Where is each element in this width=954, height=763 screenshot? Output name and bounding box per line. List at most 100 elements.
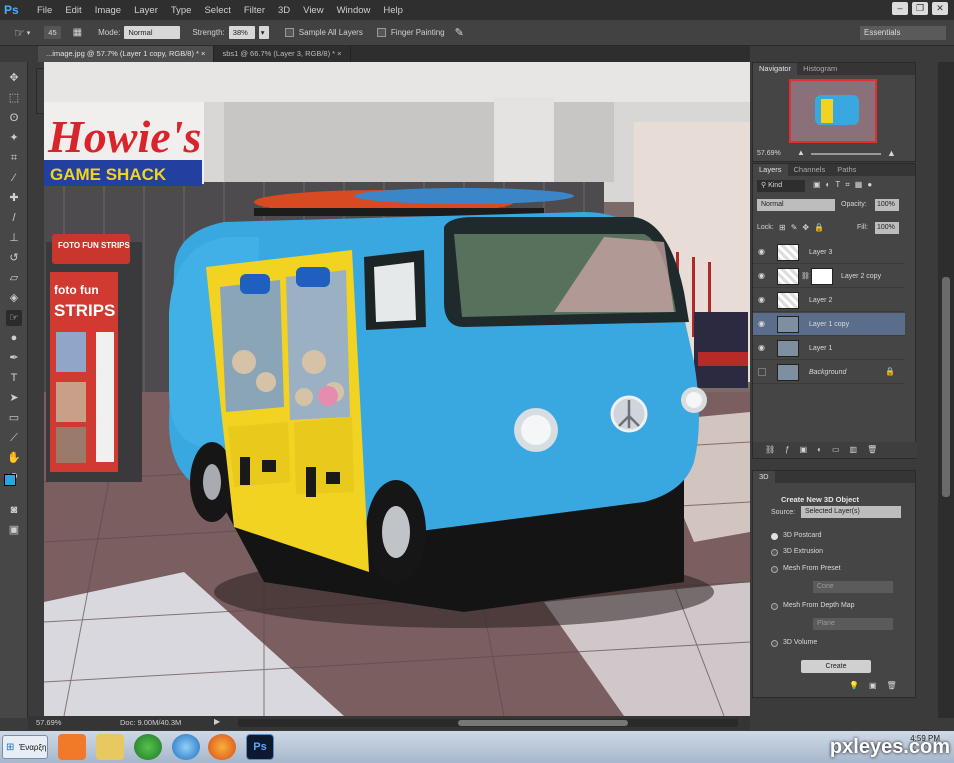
close-button[interactable]: ✕: [932, 2, 948, 15]
mask-link-icon[interactable]: ⛓: [801, 272, 810, 280]
quick-mask-icon[interactable]: ◙: [6, 502, 22, 518]
visibility-box-icon[interactable]: [758, 368, 766, 376]
sample-all-layers-checkbox[interactable]: [284, 28, 294, 37]
menu-filter[interactable]: Filter: [244, 5, 265, 16]
paint-bucket-tool-icon[interactable]: ◈: [6, 290, 22, 306]
3d-panel-footer-icons[interactable]: 💡▣🗑: [849, 681, 907, 690]
menu-3d[interactable]: 3D: [278, 5, 290, 16]
3d-rotate-tool-icon[interactable]: ⟋: [6, 430, 22, 446]
layer-actions-icons[interactable]: ⛓ƒ▣◐▭▥🗑: [765, 445, 887, 454]
firefox-icon[interactable]: [208, 734, 236, 760]
tool-preset-chevron-icon[interactable]: ▾: [27, 29, 31, 37]
lasso-tool-icon[interactable]: ʘ: [6, 110, 22, 126]
smudge-tool-button-icon[interactable]: ☞: [6, 310, 22, 326]
eraser-tool-icon[interactable]: ▱: [6, 270, 22, 286]
menu-layer[interactable]: Layer: [134, 5, 158, 16]
photoshop-taskbar-icon[interactable]: Ps: [246, 734, 274, 760]
tab-sbs1[interactable]: sbs1 @ 66.7% (Layer 3, RGB/8) * ×: [214, 46, 351, 62]
zoom-out-icon[interactable]: ▲: [797, 148, 805, 157]
dock-scroll-thumb[interactable]: [942, 277, 950, 497]
media-player-icon[interactable]: [58, 734, 86, 760]
healing-brush-tool-icon[interactable]: ✚: [6, 190, 22, 206]
brush-panel-icon[interactable]: ▦: [73, 27, 82, 38]
depth-map-select[interactable]: Plane: [813, 618, 893, 630]
menu-select[interactable]: Select: [204, 5, 230, 16]
navigator-preview[interactable]: [789, 79, 877, 143]
file-explorer-icon[interactable]: [96, 734, 124, 760]
brush-size-field[interactable]: 45: [44, 26, 61, 39]
path-select-tool-icon[interactable]: ➤: [6, 390, 22, 406]
tab-layers[interactable]: Layers: [753, 164, 788, 176]
menu-type[interactable]: Type: [171, 5, 192, 16]
workspace-select[interactable]: Essentials: [860, 26, 946, 40]
hand-tool-icon[interactable]: ✋: [6, 450, 22, 466]
radio-3d-postcard[interactable]: [771, 533, 778, 540]
radio-mesh-preset[interactable]: [771, 566, 778, 573]
history-brush-tool-icon[interactable]: ↺: [6, 250, 22, 266]
layer-row-layer-2-copy[interactable]: ◉ ⛓ Layer 2 copy: [753, 265, 905, 288]
strength-dropdown-icon[interactable]: ▾: [258, 26, 269, 39]
brush-tool-icon[interactable]: /: [6, 210, 22, 226]
radio-3d-extrusion[interactable]: [771, 549, 778, 556]
visibility-eye-icon[interactable]: ◉: [758, 248, 768, 256]
pressure-icon[interactable]: ✎: [455, 26, 464, 39]
tab-channels[interactable]: Channels: [788, 164, 832, 176]
clone-stamp-tool-icon[interactable]: ⊥: [6, 230, 22, 246]
menu-view[interactable]: View: [303, 5, 323, 16]
layer-row-layer-3[interactable]: ◉ Layer 3: [753, 241, 905, 264]
create-button[interactable]: Create: [801, 660, 871, 673]
start-button[interactable]: ⊞ Έναρξη: [2, 735, 48, 759]
lock-icons[interactable]: ⊞✎✥🔒: [779, 223, 829, 232]
quick-select-tool-icon[interactable]: ✦: [6, 130, 22, 146]
document-canvas[interactable]: Howie's GAME SHACK FOTO FUN STRIPS foto …: [44, 62, 750, 716]
eyedropper-tool-icon[interactable]: ⁄: [6, 170, 22, 186]
fill-field[interactable]: 100%: [875, 222, 899, 234]
filter-kind-select[interactable]: ⚲ Kind: [757, 180, 805, 192]
layer-row-layer-2[interactable]: ◉ Layer 2: [753, 289, 905, 312]
layer-mask-thumbnail[interactable]: [811, 268, 833, 285]
layer-row-background[interactable]: Background 🔒: [753, 361, 905, 384]
menu-image[interactable]: Image: [95, 5, 121, 16]
radio-3d-volume[interactable]: [771, 640, 778, 647]
tab-histogram[interactable]: Histogram: [797, 63, 843, 75]
layer-filter-icons[interactable]: ▣◐T⌗▦●: [813, 180, 877, 190]
menu-file[interactable]: File: [37, 5, 52, 16]
layer-row-layer-1[interactable]: ◉ Layer 1: [753, 337, 905, 360]
navigator-zoom-value[interactable]: 57.69%: [757, 150, 781, 157]
tab-navigator[interactable]: Navigator: [753, 63, 798, 75]
marquee-tool-icon[interactable]: ⬚: [6, 90, 22, 106]
preset-select[interactable]: Cone: [813, 581, 893, 593]
move-tool-icon[interactable]: ✥: [6, 70, 22, 86]
tab-paths[interactable]: Paths: [831, 164, 862, 176]
finger-painting-checkbox[interactable]: [376, 28, 386, 37]
opacity-field[interactable]: 100%: [875, 199, 899, 211]
layer-row-layer-1-copy[interactable]: ◉ Layer 1 copy: [753, 313, 905, 336]
menu-help[interactable]: Help: [383, 5, 403, 16]
crop-tool-icon[interactable]: ⌗: [6, 150, 22, 166]
blend-mode-select[interactable]: Normal: [757, 199, 835, 211]
horizontal-scroll-thumb[interactable]: [458, 720, 628, 726]
horizontal-scrollbar[interactable]: [238, 719, 738, 727]
windows-media-center-icon[interactable]: [134, 734, 162, 760]
smudge-tool-icon[interactable]: ☞: [14, 26, 25, 40]
visibility-eye-icon[interactable]: ◉: [758, 344, 768, 352]
pen-tool-icon[interactable]: ✒: [6, 350, 22, 366]
menu-window[interactable]: Window: [337, 5, 371, 16]
radio-mesh-depth-map[interactable]: [771, 603, 778, 610]
menu-edit[interactable]: Edit: [65, 5, 81, 16]
visibility-eye-icon[interactable]: ◉: [758, 296, 768, 304]
rectangle-tool-icon[interactable]: ▭: [6, 410, 22, 426]
zoom-in-icon[interactable]: ▲: [887, 148, 896, 158]
type-tool-icon[interactable]: T: [6, 370, 22, 386]
status-zoom[interactable]: 57.69%: [36, 718, 61, 727]
layers-bottom-toolbar[interactable]: ⛓ƒ▣◐▭▥🗑: [753, 442, 917, 458]
mode-select[interactable]: Normal: [124, 26, 181, 39]
visibility-eye-icon[interactable]: ◉: [758, 320, 768, 328]
status-menu-arrow-icon[interactable]: ▶: [214, 717, 220, 726]
strength-field[interactable]: 38%: [228, 26, 255, 39]
internet-explorer-icon[interactable]: [172, 734, 200, 760]
restore-button[interactable]: ❐: [912, 2, 928, 15]
tab-3d[interactable]: 3D: [753, 471, 775, 483]
dodge-tool-icon[interactable]: ●: [6, 330, 22, 346]
foreground-color-swatch[interactable]: [4, 474, 16, 486]
